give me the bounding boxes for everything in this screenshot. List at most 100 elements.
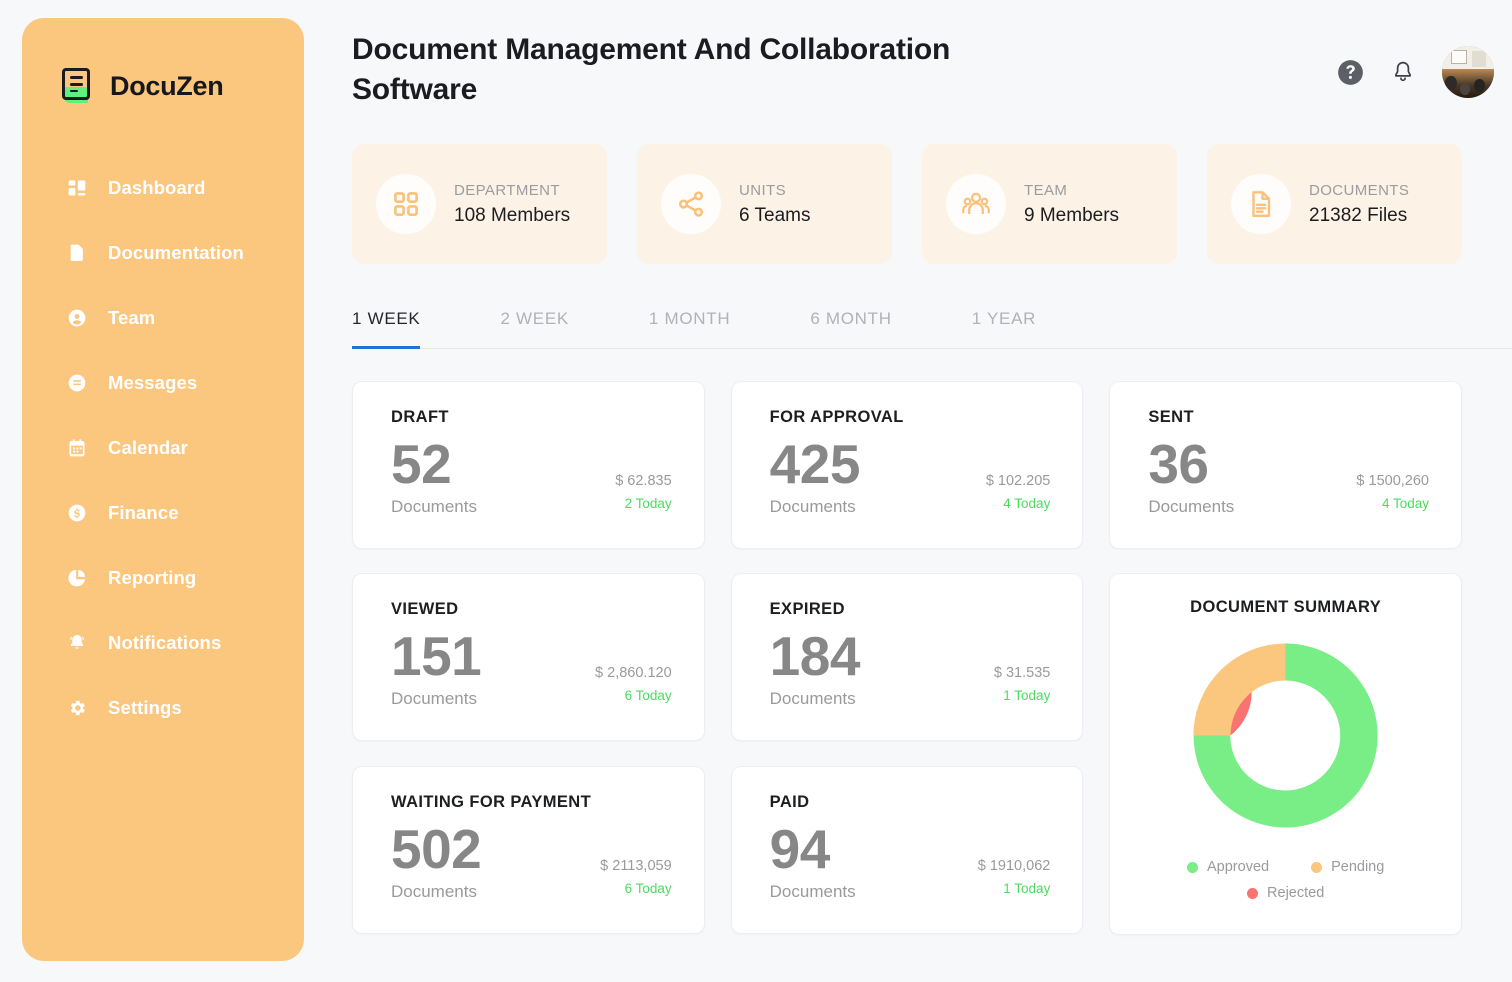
card-today: 6 Today bbox=[595, 688, 672, 703]
card-amount: $ 31.535 bbox=[994, 665, 1050, 681]
brand-name: DocuZen bbox=[110, 71, 223, 102]
card-title: EXPIRED bbox=[770, 600, 1055, 619]
grid-squares-icon bbox=[376, 174, 436, 234]
user-avatar[interactable] bbox=[1442, 46, 1494, 98]
card-for-approval[interactable]: FOR APPROVAL 425 Documents $ 102.205 4 T… bbox=[731, 381, 1084, 549]
pill-value: 21382 Files bbox=[1309, 205, 1409, 227]
card-viewed[interactable]: VIEWED 151 Documents $ 2,860.120 6 Today bbox=[352, 573, 705, 741]
sidebar-item-finance[interactable]: Finance bbox=[22, 493, 304, 533]
pill-documents[interactable]: DOCUMENTS 21382 Files bbox=[1207, 144, 1462, 264]
app-root: DocuZen Dashboard Documentation Team bbox=[0, 0, 1512, 982]
donut-chart bbox=[1183, 633, 1388, 843]
sidebar-item-label: Reporting bbox=[108, 567, 196, 589]
sidebar-item-label: Documentation bbox=[108, 242, 244, 264]
brand[interactable]: DocuZen bbox=[22, 56, 304, 116]
legend-item-pending: Pending bbox=[1311, 859, 1384, 875]
sidebar: DocuZen Dashboard Documentation Team bbox=[22, 18, 304, 961]
card-number: 94 bbox=[770, 820, 856, 879]
share-nodes-icon bbox=[661, 174, 721, 234]
legend-dot-rejected bbox=[1247, 888, 1258, 899]
card-paid[interactable]: PAID 94 Documents $ 1910,062 1 Today bbox=[731, 766, 1084, 934]
card-amount: $ 1910,062 bbox=[978, 858, 1051, 874]
card-unit: Documents bbox=[391, 689, 481, 709]
gear-icon bbox=[66, 697, 88, 719]
card-title: VIEWED bbox=[391, 600, 676, 619]
tab-1-year[interactable]: 1 YEAR bbox=[972, 309, 1036, 349]
document-summary-card: DOCUMENT SUMMARY bbox=[1109, 573, 1462, 935]
sidebar-item-messages[interactable]: Messages bbox=[22, 363, 304, 403]
card-unit: Documents bbox=[770, 497, 860, 517]
card-title: FOR APPROVAL bbox=[770, 408, 1055, 427]
pill-department[interactable]: DEPARTMENT 108 Members bbox=[352, 144, 607, 264]
card-today: 4 Today bbox=[1356, 496, 1429, 511]
card-unit: Documents bbox=[391, 882, 481, 902]
sidebar-item-settings[interactable]: Settings bbox=[22, 688, 304, 728]
sidebar-item-label: Settings bbox=[108, 697, 182, 719]
card-title: SENT bbox=[1148, 408, 1433, 427]
top-actions bbox=[1337, 30, 1512, 98]
sidebar-item-label: Team bbox=[108, 307, 155, 329]
legend-dot-pending bbox=[1311, 862, 1322, 873]
tab-2-week[interactable]: 2 WEEK bbox=[500, 309, 568, 349]
sidebar-item-reporting[interactable]: Reporting bbox=[22, 558, 304, 598]
card-number: 36 bbox=[1148, 435, 1234, 494]
notification-bell-icon[interactable] bbox=[1391, 59, 1415, 85]
card-number: 151 bbox=[391, 627, 481, 686]
pill-label: DOCUMENTS bbox=[1309, 182, 1409, 199]
card-amount: $ 1500,260 bbox=[1356, 473, 1429, 489]
message-icon bbox=[66, 372, 88, 394]
dollar-circle-icon bbox=[66, 502, 88, 524]
status-card-grid: DRAFT 52 Documents $ 62.835 2 Today FOR … bbox=[352, 381, 1512, 935]
sidebar-item-notifications[interactable]: Notifications bbox=[22, 623, 304, 663]
donut-legend: Approved Pending Rejected bbox=[1130, 859, 1441, 911]
sidebar-item-label: Finance bbox=[108, 502, 179, 524]
sidebar-item-dashboard[interactable]: Dashboard bbox=[22, 168, 304, 208]
legend-label: Rejected bbox=[1267, 885, 1324, 901]
pill-value: 108 Members bbox=[454, 205, 570, 227]
file-lines-icon bbox=[1231, 174, 1291, 234]
help-circle-icon[interactable] bbox=[1337, 59, 1364, 86]
tab-1-week[interactable]: 1 WEEK bbox=[352, 309, 420, 349]
card-number: 425 bbox=[770, 435, 860, 494]
pill-label: UNITS bbox=[739, 182, 810, 199]
legend-label: Pending bbox=[1331, 859, 1384, 875]
card-today: 6 Today bbox=[600, 881, 672, 896]
card-number: 502 bbox=[391, 820, 481, 879]
bell-icon bbox=[66, 632, 88, 654]
card-unit: Documents bbox=[770, 882, 856, 902]
card-today: 1 Today bbox=[978, 881, 1051, 896]
card-amount: $ 62.835 bbox=[615, 473, 671, 489]
period-tabs: 1 WEEK 2 WEEK 1 MONTH 6 MONTH 1 YEAR bbox=[352, 308, 1512, 349]
card-waiting-for-payment[interactable]: WAITING FOR PAYMENT 502 Documents $ 2113… bbox=[352, 766, 705, 934]
card-unit: Documents bbox=[770, 689, 860, 709]
sidebar-item-calendar[interactable]: Calendar bbox=[22, 428, 304, 468]
top-bar: Document Management And Collaboration So… bbox=[352, 0, 1512, 109]
card-sent[interactable]: SENT 36 Documents $ 1500,260 4 Today bbox=[1109, 381, 1462, 549]
tab-6-month[interactable]: 6 MONTH bbox=[810, 309, 891, 349]
pill-value: 6 Teams bbox=[739, 205, 810, 227]
card-unit: Documents bbox=[391, 497, 477, 517]
card-unit: Documents bbox=[1148, 497, 1234, 517]
pie-chart-icon bbox=[66, 567, 88, 589]
document-summary-title: DOCUMENT SUMMARY bbox=[1190, 598, 1381, 617]
legend-dot-approved bbox=[1187, 862, 1198, 873]
sidebar-item-team[interactable]: Team bbox=[22, 298, 304, 338]
main-content: Document Management And Collaboration So… bbox=[352, 0, 1512, 982]
sidebar-nav: Dashboard Documentation Team Messages bbox=[22, 168, 304, 728]
sidebar-item-documentation[interactable]: Documentation bbox=[22, 233, 304, 273]
people-group-icon bbox=[946, 174, 1006, 234]
donut-chart-svg bbox=[1183, 633, 1388, 838]
card-amount: $ 2113,059 bbox=[600, 858, 672, 874]
legend-item-rejected: Rejected bbox=[1247, 885, 1324, 901]
card-today: 1 Today bbox=[994, 688, 1050, 703]
summary-pills: DEPARTMENT 108 Members UNITS 6 Teams bbox=[352, 144, 1512, 264]
docuzen-logo-icon bbox=[62, 68, 96, 104]
document-icon bbox=[66, 242, 88, 264]
pill-units[interactable]: UNITS 6 Teams bbox=[637, 144, 892, 264]
sidebar-item-label: Messages bbox=[108, 372, 197, 394]
card-draft[interactable]: DRAFT 52 Documents $ 62.835 2 Today bbox=[352, 381, 705, 549]
tab-1-month[interactable]: 1 MONTH bbox=[649, 309, 730, 349]
pill-team[interactable]: TEAM 9 Members bbox=[922, 144, 1177, 264]
card-expired[interactable]: EXPIRED 184 Documents $ 31.535 1 Today bbox=[731, 573, 1084, 741]
card-number: 184 bbox=[770, 627, 860, 686]
